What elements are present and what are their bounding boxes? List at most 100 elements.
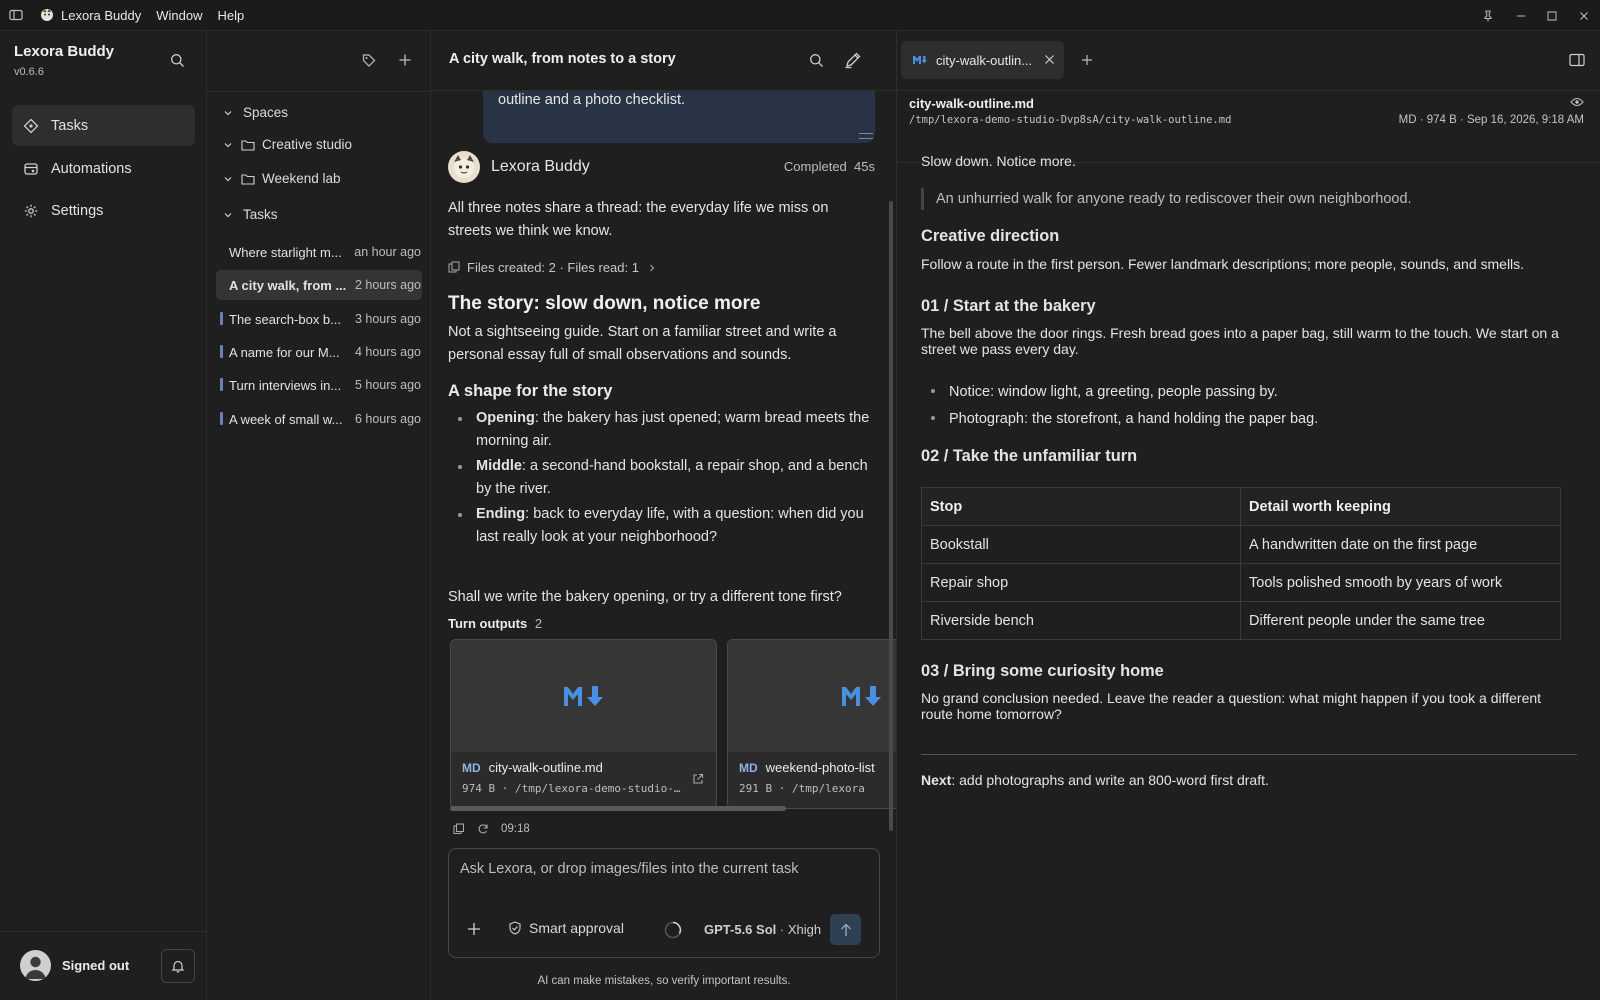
task-name: A week of small w...	[229, 411, 343, 427]
tab-label: city-walk-outlin...	[936, 52, 1033, 68]
task-name: Turn interviews in...	[229, 377, 342, 393]
creative-text: Follow a route in the first person. Fewe…	[921, 256, 1525, 272]
shape-item: Middle: a second-hand bookstall, a repai…	[448, 455, 880, 501]
user-status: Signed out	[62, 958, 130, 973]
composer-input[interactable]: Ask Lexora, or drop images/files into th…	[460, 861, 799, 877]
pin-icon[interactable]	[1472, 0, 1504, 31]
search-icon[interactable]	[809, 53, 824, 68]
markdown-icon	[728, 640, 896, 752]
bell-icon	[171, 960, 185, 973]
follow-up-question: Shall we write the bakery opening, or tr…	[448, 589, 842, 605]
space-creative-studio[interactable]: Creative studio	[223, 137, 352, 152]
chat-scrollbar[interactable]	[889, 201, 893, 831]
files-summary-text: Files created: 2 · Files read: 1	[467, 260, 639, 275]
gear-icon	[23, 203, 39, 219]
chat-scroll-area[interactable]: outline and a photo checklist. Lexora Bu…	[431, 91, 896, 1000]
tag-icon[interactable]	[362, 53, 376, 67]
chevron-down-icon	[224, 142, 232, 147]
close-tab-icon[interactable]	[1044, 54, 1055, 65]
user-message-text: outline and a photo checklist.	[498, 92, 686, 108]
notifications-button[interactable]	[161, 949, 195, 983]
task-time: 3 hours ago	[354, 312, 421, 326]
chat-header: A city walk, from notes to a story	[431, 31, 896, 91]
task-time: an hour ago	[354, 245, 421, 259]
message-actions: 09:18	[453, 823, 530, 835]
section-2-heading: 02 / Take the unfamiliar turn	[921, 447, 1138, 465]
context-usage-icon[interactable]	[664, 921, 682, 939]
approval-mode-button[interactable]: Smart approval	[508, 920, 624, 936]
maximize-icon[interactable]	[1536, 0, 1568, 31]
close-window-icon[interactable]	[1568, 0, 1600, 31]
bullet-item: Photograph: the storefront, a hand holdi…	[921, 406, 1561, 433]
sidebar: Lexora Buddy v0.6.6 Tasks Automations Se…	[0, 31, 207, 1000]
task-name: Where starlight m...	[229, 244, 342, 260]
menu-window[interactable]: Window	[156, 8, 202, 23]
disclaimer: AI can make mistakes, so verify importan…	[537, 975, 791, 987]
model-selector[interactable]: GPT-5.6 Sol · Xhigh	[704, 922, 821, 937]
output-card[interactable]: MD city-walk-outline.md 974 B · /tmp/lexo…	[450, 639, 717, 809]
sidebar-item-automations[interactable]: Automations	[12, 148, 195, 189]
space-weekend-lab[interactable]: Weekend lab	[223, 171, 341, 186]
sidebar-item-settings[interactable]: Settings	[12, 190, 195, 231]
open-external-icon[interactable]	[692, 773, 704, 785]
sidebar-item-label: Settings	[51, 202, 104, 219]
app-name-menu[interactable]: Lexora Buddy	[61, 8, 141, 23]
new-task-icon[interactable]	[398, 53, 412, 67]
sidebar-item-label: Tasks	[51, 117, 89, 134]
output-file-name: MD weekend-photo-list	[739, 760, 875, 775]
table-cell: Different people under the same tree	[1240, 601, 1561, 640]
table-cell: Riverside bench	[921, 601, 1241, 640]
title-bar: Lexora Buddy Window Help	[0, 0, 1600, 31]
automations-icon	[23, 161, 39, 177]
new-tab-icon[interactable]	[1081, 54, 1093, 66]
task-item[interactable]: A week of small w... 6 hours ago	[216, 404, 422, 434]
tab-city-walk-outline[interactable]: city-walk-outlin...	[901, 41, 1064, 79]
task-item[interactable]: The search-box b... 3 hours ago	[216, 304, 422, 334]
output-file-meta: 291 B · /tmp/lexora	[739, 782, 865, 795]
search-icon[interactable]	[170, 53, 185, 68]
minimize-icon[interactable]	[1505, 0, 1537, 31]
output-file-name: MD city-walk-outline.md	[462, 760, 603, 775]
folder-icon	[241, 139, 255, 151]
send-button[interactable]	[830, 914, 861, 945]
task-time: 2 hours ago	[354, 278, 421, 292]
toggle-panel-icon[interactable]	[1569, 53, 1585, 67]
divider	[921, 754, 1577, 755]
collapse-icon[interactable]	[859, 133, 873, 139]
sidebar-item-tasks[interactable]: Tasks	[12, 105, 195, 146]
task-unread-bar	[220, 312, 223, 325]
task-item[interactable]: A name for our M... 4 hours ago	[216, 337, 422, 367]
spaces-label: Spaces	[243, 105, 289, 120]
sidebar-footer: Signed out	[0, 931, 207, 1000]
copy-icon[interactable]	[453, 823, 465, 835]
shape-item: Opening: the bakery has just opened; war…	[448, 407, 880, 453]
task-item-active[interactable]: A city walk, from ... 2 hours ago	[216, 270, 422, 300]
task-item[interactable]: Where starlight m... an hour ago	[216, 237, 422, 267]
menu-help[interactable]: Help	[217, 8, 244, 23]
tasks-section-header[interactable]: Tasks	[223, 207, 278, 222]
composer: Ask Lexora, or drop images/files into th…	[448, 848, 880, 958]
attach-icon[interactable]	[467, 922, 481, 936]
chevron-down-icon	[224, 176, 232, 181]
doc-blockquote: An unhurried walk for anyone ready to re…	[921, 188, 1561, 210]
document-tabs: city-walk-outlin...	[897, 31, 1600, 91]
spaces-section-header[interactable]: Spaces	[223, 105, 288, 120]
outputs-scrollbar[interactable]	[450, 806, 786, 811]
chat-title: A city walk, from notes to a story	[449, 51, 676, 67]
regenerate-icon[interactable]	[477, 823, 489, 835]
markdown-icon	[451, 640, 716, 752]
creative-heading: Creative direction	[921, 227, 1060, 245]
files-summary[interactable]: Files created: 2 · Files read: 1	[448, 260, 657, 275]
task-item[interactable]: Turn interviews in... 5 hours ago	[216, 370, 422, 400]
task-time: 6 hours ago	[354, 412, 421, 426]
space-label: Weekend lab	[262, 171, 341, 186]
sidebar-toggle-icon[interactable]	[9, 8, 23, 22]
output-card[interactable]: MD weekend-photo-list 291 B · /tmp/lexora	[727, 639, 896, 809]
compose-icon[interactable]	[844, 52, 861, 69]
sidebar-app-name: Lexora Buddy	[14, 43, 115, 60]
avatar[interactable]	[20, 950, 51, 981]
output-file-meta: 974 B · /tmp/lexora-demo-studio-Dvp8sA/c…	[462, 782, 687, 795]
table-row: Repair shop Tools polished smooth by yea…	[921, 563, 1561, 602]
app-version: v0.6.6	[14, 66, 44, 78]
story-heading: The story: slow down, notice more	[448, 293, 761, 314]
